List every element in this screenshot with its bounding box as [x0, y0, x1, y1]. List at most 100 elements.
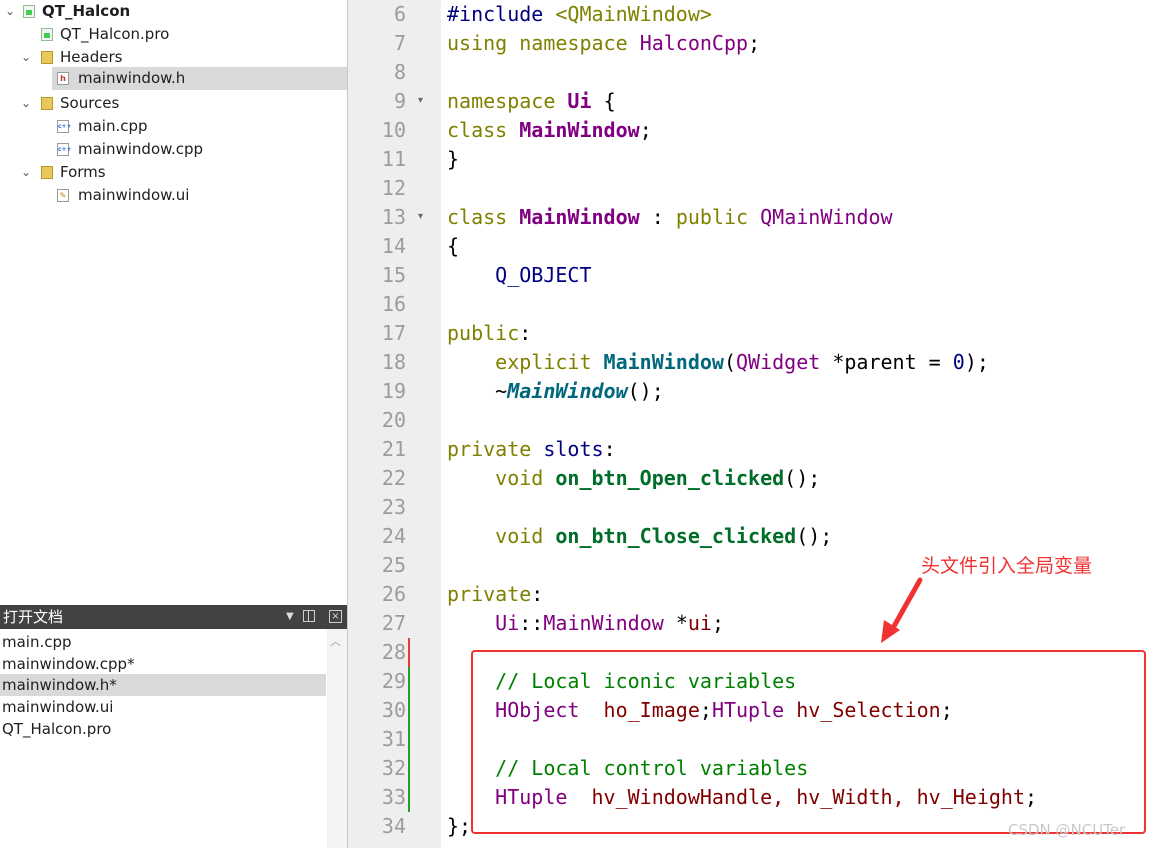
- tree-item-forms[interactable]: ⌄ Forms: [0, 161, 347, 184]
- tree-item-project[interactable]: ⌄ QT_Halcon: [0, 0, 347, 23]
- line-number: 26: [381, 582, 406, 606]
- line-number: 22: [381, 466, 406, 490]
- line-number: 15: [381, 263, 406, 287]
- code-token: ();: [784, 466, 821, 490]
- code-token: on_btn_Close_clicked: [555, 524, 797, 548]
- tree-item-headers[interactable]: ⌄ Headers: [0, 46, 347, 69]
- code-token: slots: [543, 437, 604, 461]
- pro-file-icon: [41, 28, 53, 41]
- code-token: on_btn_Open_clicked: [555, 466, 785, 490]
- open-document-item-selected[interactable]: mainwindow.h*: [0, 674, 326, 696]
- code-token: :: [519, 321, 532, 345]
- code-token: MainWindow: [507, 379, 628, 403]
- fold-arrow-icon[interactable]: ▾: [418, 203, 423, 232]
- project-tree: ⌄ QT_Halcon QT_Halcon.pro ⌄ Headers h ma…: [0, 0, 347, 604]
- open-document-item[interactable]: QT_Halcon.pro: [0, 718, 326, 740]
- code-token: ();: [627, 379, 664, 403]
- tree-item-mainwindow-h[interactable]: h mainwindow.h: [52, 67, 347, 90]
- code-token: MainWindow: [519, 205, 640, 229]
- code-token: Q_OBJECT: [495, 263, 592, 287]
- chevron-down-icon[interactable]: ⌄: [19, 161, 33, 183]
- line-number: 34: [381, 814, 406, 838]
- open-document-item[interactable]: mainwindow.cpp*: [0, 653, 326, 675]
- open-documents-list: main.cpp mainwindow.cpp* mainwindow.h* m…: [0, 629, 327, 848]
- code-line-7: using namespace HalconCpp;: [447, 29, 760, 58]
- line-number: 9: [393, 89, 406, 113]
- line-number: 23: [381, 495, 406, 519]
- code-token: void: [495, 524, 544, 548]
- tree-item-label: mainwindow.cpp: [78, 140, 204, 158]
- code-line-15: Q_OBJECT: [447, 261, 592, 290]
- code-line-6: #include <QMainWindow>: [447, 0, 712, 29]
- tree-item-label: Forms: [60, 163, 106, 181]
- line-number: 28: [381, 640, 406, 664]
- triangle-down-icon[interactable]: ▼: [286, 605, 294, 629]
- code-line-34: };: [447, 812, 471, 841]
- line-number: 11: [381, 147, 406, 171]
- code-token: MainWindow: [603, 350, 724, 374]
- project-root-label: QT_Halcon: [42, 2, 131, 20]
- code-line-18: explicit MainWindow(QWidget *parent = 0)…: [447, 348, 989, 377]
- tree-item-main-cpp[interactable]: c++ main.cpp: [0, 115, 347, 138]
- code-token: QWidget: [736, 350, 821, 374]
- open-document-item[interactable]: main.cpp: [0, 631, 326, 653]
- code-token: {: [603, 89, 616, 113]
- open-document-item[interactable]: mainwindow.ui: [0, 696, 326, 718]
- code-line-9: namespace Ui {: [447, 87, 616, 116]
- headers-folder-icon: [41, 51, 53, 64]
- line-number: 10: [381, 118, 406, 142]
- tree-item-sources[interactable]: ⌄ Sources: [0, 92, 347, 115]
- code-token: :: [639, 205, 676, 229]
- code-token: Ui: [495, 611, 520, 635]
- code-token: {: [447, 234, 460, 258]
- line-number: 12: [381, 176, 406, 200]
- code-token: *: [663, 611, 688, 635]
- line-number: 24: [381, 524, 406, 548]
- code-line-14: {: [447, 232, 459, 261]
- fold-arrow-icon[interactable]: ▾: [418, 87, 423, 116]
- line-number-gutter: 6 7 8 9 10 11 12 13 14 15 16 17 18 19 20…: [348, 0, 441, 848]
- tree-item-label: QT_Halcon.pro: [60, 25, 170, 43]
- tree-item-label: mainwindow.h: [78, 69, 186, 87]
- chevron-down-icon[interactable]: ⌄: [3, 0, 17, 22]
- code-token: ;: [639, 118, 652, 142]
- code-line-27: Ui::MainWindow *ui;: [447, 609, 724, 638]
- code-line-19: ~MainWindow();: [447, 377, 664, 406]
- line-number: 31: [381, 727, 406, 751]
- code-line-10: class MainWindow;: [447, 116, 652, 145]
- code-token: MainWindow: [519, 118, 640, 142]
- code-token: ();: [796, 524, 833, 548]
- line-number: 29: [381, 669, 406, 693]
- line-number: 19: [381, 379, 406, 403]
- tree-item-label: mainwindow.ui: [78, 186, 190, 204]
- close-icon[interactable]: ×: [329, 610, 342, 623]
- line-number: 14: [381, 234, 406, 258]
- split-view-icon[interactable]: [303, 610, 315, 622]
- tree-item-pro-file[interactable]: QT_Halcon.pro: [0, 23, 347, 46]
- line-number: 32: [381, 756, 406, 780]
- code-line-11: }: [447, 145, 459, 174]
- code-line-26: private:: [447, 580, 543, 609]
- code-token: namespace: [519, 31, 628, 55]
- code-token: Ui: [567, 89, 592, 113]
- code-token: }: [447, 147, 460, 171]
- chevron-down-icon[interactable]: ⌄: [19, 92, 33, 114]
- code-line-13: class MainWindow : public QMainWindow: [447, 203, 893, 232]
- tree-item-label: main.cpp: [78, 117, 148, 135]
- added-lines-marker: [408, 667, 410, 812]
- tree-item-mainwindow-cpp[interactable]: c++ mainwindow.cpp: [0, 138, 347, 161]
- code-token: MainWindow: [543, 611, 664, 635]
- code-token: 0: [952, 350, 965, 374]
- line-number: 27: [381, 611, 406, 635]
- code-token: class: [447, 205, 508, 229]
- sources-folder-icon: [41, 97, 53, 110]
- tree-item-mainwindow-ui[interactable]: ✎ mainwindow.ui: [0, 184, 347, 207]
- tree-item-label: Sources: [60, 94, 120, 112]
- line-number: 30: [381, 698, 406, 722]
- open-documents-scrollbar[interactable]: ︿: [327, 629, 347, 848]
- code-line-22: void on_btn_Open_clicked();: [447, 464, 820, 493]
- line-number: 17: [381, 321, 406, 345]
- chevron-down-icon[interactable]: ⌄: [19, 46, 33, 68]
- code-token: );: [964, 350, 989, 374]
- scroll-up-icon[interactable]: ︿: [330, 633, 341, 649]
